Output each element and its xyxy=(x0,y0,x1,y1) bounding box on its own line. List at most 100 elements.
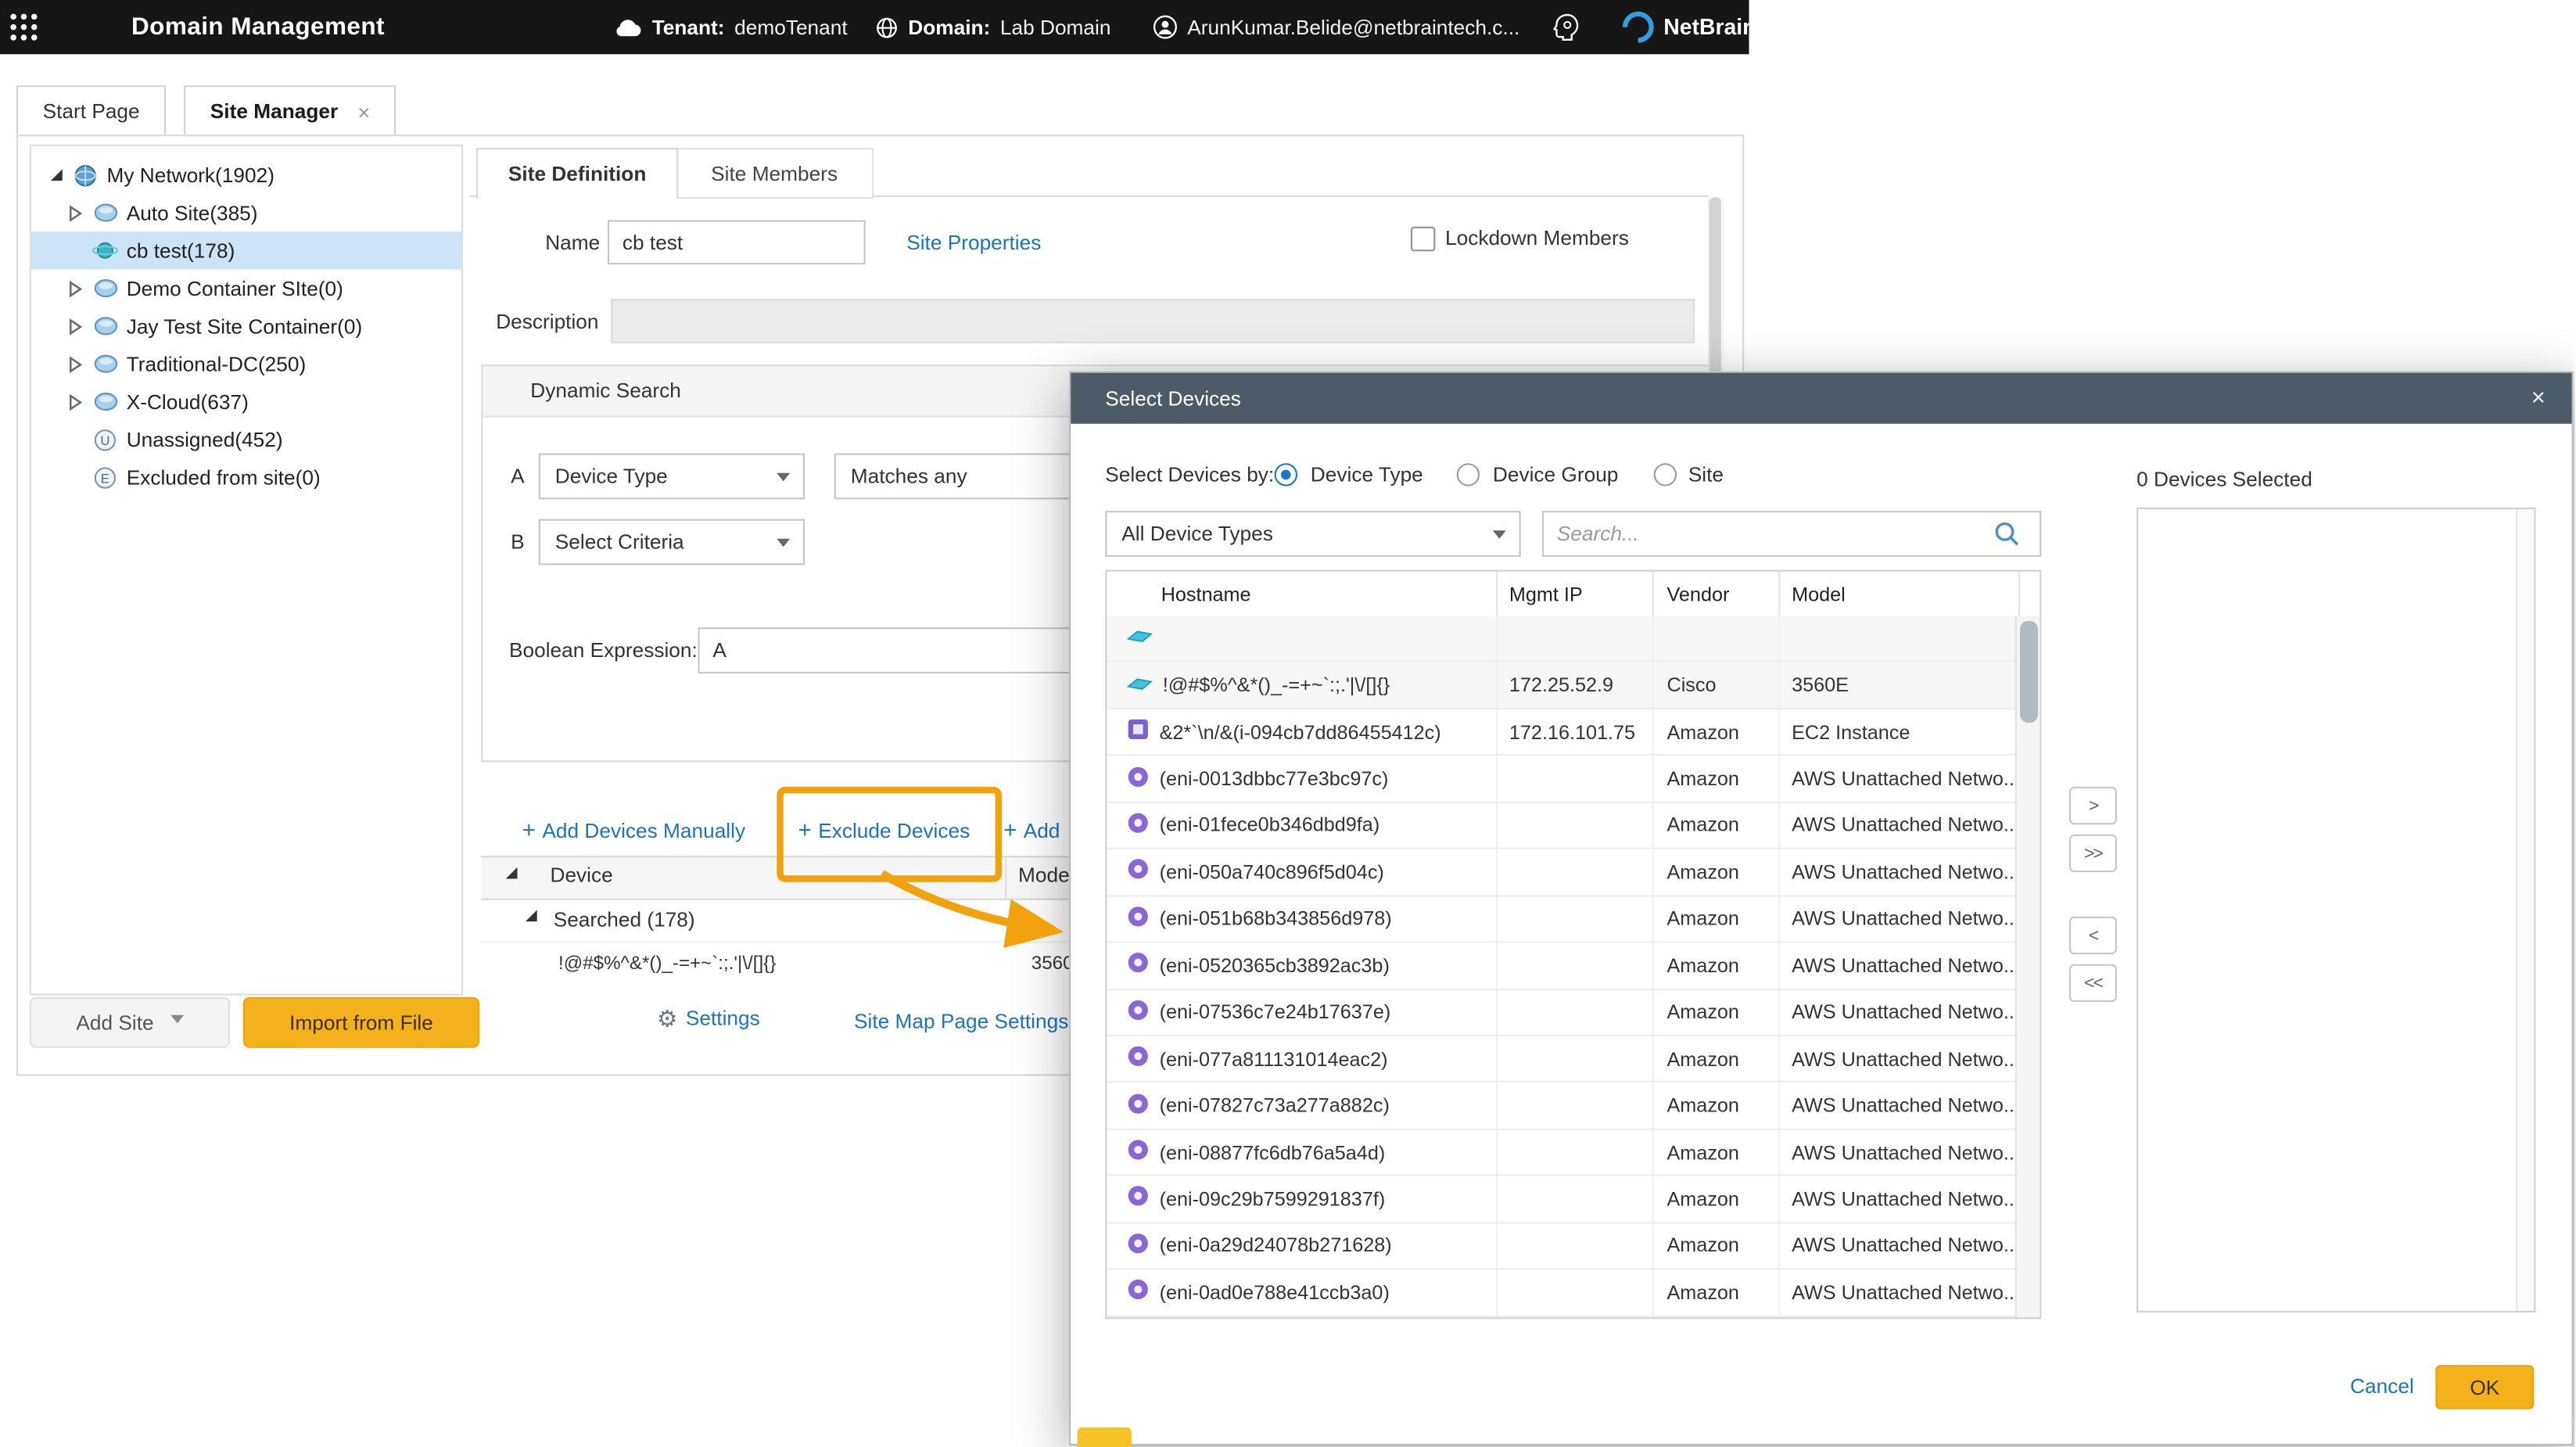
device-row[interactable]: (eni-0520365cb3892ac3b) Amazon AWS Unatt… xyxy=(1107,943,2016,990)
table-scrollbar-thumb[interactable] xyxy=(2020,621,2038,723)
tree-item[interactable]: Auto Site(385) xyxy=(31,194,461,232)
device-row[interactable]: (eni-07827c73a277a882c) Amazon AWS Unatt… xyxy=(1107,1083,2016,1130)
device-row[interactable]: (eni-09c29b7599291837f) Amazon AWS Unatt… xyxy=(1107,1176,2016,1223)
app-grid-icon[interactable] xyxy=(9,0,40,54)
hostname-cell xyxy=(1107,616,1498,661)
model-column-header[interactable]: Model xyxy=(1780,572,2020,616)
site-name-input[interactable] xyxy=(608,220,866,264)
domain-info[interactable]: Domain: Lab Domain xyxy=(875,0,1110,54)
tree-item-label: Auto Site(385) xyxy=(127,201,258,224)
vendor-cell: Amazon xyxy=(1654,1270,1781,1316)
exclude-devices-link[interactable]: +Exclude Devices xyxy=(798,817,970,843)
expander-icon[interactable] xyxy=(67,318,84,334)
expander-icon[interactable] xyxy=(67,280,84,296)
tree-item[interactable]: Demo Container SIte(0) xyxy=(31,269,461,307)
device-row[interactable]: (eni-01fece0b346dbd9fa) Amazon AWS Unatt… xyxy=(1107,802,2016,849)
searched-device-name[interactable]: !@#$%^&*()_-=+~`:;.'|\/[]{} xyxy=(558,954,776,974)
tab-close-icon[interactable]: × xyxy=(357,99,370,124)
dialog-titlebar[interactable]: Select Devices × xyxy=(1071,373,2571,424)
collapse-icon[interactable] xyxy=(526,910,537,921)
move-right-button[interactable]: > xyxy=(2069,787,2117,824)
tree-item[interactable]: U Unassigned(452) xyxy=(31,421,461,458)
expander-icon[interactable] xyxy=(48,167,64,182)
tab-site-definition-label: Site Definition xyxy=(508,163,646,185)
import-from-file-button[interactable]: Import from File xyxy=(243,997,479,1048)
device-row[interactable]: (eni-0ad0e788e41ccb3a0) Amazon AWS Unatt… xyxy=(1107,1270,2016,1317)
tree-item[interactable]: E Excluded from site(0) xyxy=(31,458,461,496)
model-cell: AWS Unattached Netwo... xyxy=(1780,896,2016,942)
device-row[interactable]: (eni-051b68b343856d978) Amazon AWS Unatt… xyxy=(1107,896,2016,943)
user-menu[interactable]: ArunKumar.Belide@netbraintech.c... xyxy=(1153,0,1519,54)
expander-icon[interactable] xyxy=(67,204,84,221)
domain-value: Lab Domain xyxy=(1000,16,1111,38)
device-type-filter-value: All Device Types xyxy=(1121,522,1273,545)
tree-item[interactable]: Traditional-DC(250) xyxy=(31,345,461,382)
device-search-input[interactable] xyxy=(1542,511,2041,557)
tab-site-manager[interactable]: Site Manager × xyxy=(184,85,396,138)
hostname-cell: (eni-07536c7e24b17637e) xyxy=(1107,989,1498,1035)
searched-group-label: Searched (178) xyxy=(554,908,695,931)
site-properties-link[interactable]: Site Properties xyxy=(906,232,1041,254)
move-all-right-button[interactable]: >> xyxy=(2069,835,2117,872)
close-icon[interactable]: × xyxy=(2531,384,2546,412)
select-criteria-select[interactable]: Select Criteria xyxy=(539,519,805,566)
tree-item-label: My Network(1902) xyxy=(107,163,274,186)
tree-item-label: Excluded from site(0) xyxy=(127,465,321,488)
move-left-button[interactable]: < xyxy=(2069,917,2117,954)
device-row[interactable]: !@#$%^&*()_-=+~`:;.'|\/[]{} 172.25.52.9 … xyxy=(1107,662,2016,709)
hostname-text: (eni-0520365cb3892ac3b) xyxy=(1160,954,1390,977)
tree-item[interactable]: X-Cloud(637) xyxy=(31,382,461,420)
device-row[interactable]: (eni-07536c7e24b17637e) Amazon AWS Unatt… xyxy=(1107,989,2016,1036)
tab-site-members[interactable]: Site Members xyxy=(675,148,874,199)
search-icon[interactable] xyxy=(1993,521,2020,548)
move-all-left-button[interactable]: << xyxy=(2069,964,2117,1002)
expander-icon[interactable] xyxy=(67,393,84,410)
settings-link[interactable]: ⚙ Settings xyxy=(657,1007,760,1029)
expander-icon[interactable] xyxy=(67,356,84,372)
tree-item[interactable]: Jay Test Site Container(0) xyxy=(31,307,461,345)
hostname-column-header[interactable]: Hostname xyxy=(1107,572,1498,616)
collapse-icon[interactable] xyxy=(506,867,518,879)
mgmt-ip-cell xyxy=(1498,943,1654,989)
add-devices-manually-link[interactable]: +Add Devices Manually xyxy=(522,817,745,843)
switch-device-icon xyxy=(1127,627,1153,652)
matches-any-select[interactable]: Matches any xyxy=(834,454,1100,500)
ok-button[interactable]: OK xyxy=(2435,1365,2534,1409)
description-input[interactable] xyxy=(611,299,1695,343)
vendor-cell: Amazon xyxy=(1654,756,1781,802)
device-row[interactable]: (eni-0a29d24078b271628) Amazon AWS Unatt… xyxy=(1107,1223,2016,1270)
selected-list-scrollbar-track[interactable] xyxy=(2516,509,2534,1311)
mgmt-ip-cell xyxy=(1498,1176,1654,1222)
cancel-button[interactable]: Cancel xyxy=(2350,1375,2414,1398)
device-row[interactable]: (eni-050a740c896f5d04c) Amazon AWS Unatt… xyxy=(1107,849,2016,896)
site-map-page-settings-link[interactable]: Site Map Page Settings xyxy=(854,1011,1068,1033)
ai-assistant-button[interactable] xyxy=(1548,0,1583,54)
tree-item[interactable]: cb test(178) xyxy=(31,232,461,269)
device-row[interactable]: &2*`\n/&(i-094cb7dd86455412c) 172.16.101… xyxy=(1107,709,2016,756)
device-type-select[interactable]: Device Type xyxy=(539,454,805,500)
device-row[interactable]: (eni-08877fc6db76a5a4d) Amazon AWS Unatt… xyxy=(1107,1129,2016,1176)
tree-item[interactable]: My Network(1902) xyxy=(31,156,461,193)
add-clipped-link[interactable]: +Add xyxy=(1003,817,1060,843)
model-cell: AWS Unattached Netwo... xyxy=(1780,756,2016,802)
mgmt-ip-column-header[interactable]: Mgmt IP xyxy=(1498,572,1654,616)
tab-site-definition[interactable]: Site Definition xyxy=(476,148,678,199)
device-row[interactable] xyxy=(1107,616,2016,662)
radio-device-group[interactable] xyxy=(1457,463,1480,486)
vendor-column-header[interactable]: Vendor xyxy=(1654,572,1781,616)
device-type-filter-select[interactable]: All Device Types xyxy=(1105,511,1520,557)
device-row[interactable]: (eni-0013dbbc77e3bc97c) Amazon AWS Unatt… xyxy=(1107,756,2016,803)
device-row[interactable]: (eni-077a811131014eac2) Amazon AWS Unatt… xyxy=(1107,1036,2016,1083)
select-devices-by-label: Select Devices by: xyxy=(1105,463,1274,486)
tab-start-page[interactable]: Start Page xyxy=(16,85,166,138)
radio-site[interactable] xyxy=(1654,463,1677,486)
lockdown-members-checkbox[interactable] xyxy=(1411,227,1436,252)
mgmt-ip-cell xyxy=(1498,896,1654,942)
radio-device-type[interactable] xyxy=(1275,463,1297,486)
boolean-expression-input[interactable] xyxy=(698,627,1075,673)
main-scrollbar-thumb[interactable] xyxy=(1710,197,1721,378)
clipped-yellow-element xyxy=(1078,1427,1132,1447)
add-site-button[interactable]: Add Site xyxy=(30,997,230,1048)
tenant-info[interactable]: Tenant: demoTenant xyxy=(612,0,847,54)
ec2-device-icon xyxy=(1127,718,1150,746)
